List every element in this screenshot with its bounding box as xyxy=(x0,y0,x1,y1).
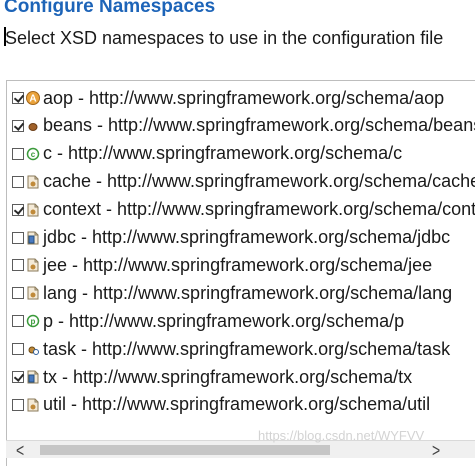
namespace-row[interactable]: Aaop - http://www.springframework.org/sc… xyxy=(7,84,475,112)
namespace-row[interactable]: tx - http://www.springframework.org/sche… xyxy=(7,363,475,391)
namespace-label: jee - http://www.springframework.org/sch… xyxy=(43,254,433,275)
namespace-checkbox[interactable] xyxy=(12,119,24,132)
namespace-row[interactable]: p p - http://www.springframework.org/sche… xyxy=(7,307,475,335)
namespace-label: cache - http://www.springframework.org/s… xyxy=(43,171,475,192)
namespace-checkbox[interactable] xyxy=(12,147,24,160)
namespace-label: context - http://www.springframework.org… xyxy=(43,199,475,220)
scroll-right-button[interactable]: > xyxy=(432,440,440,461)
watermark: https://blog.csdn.net/WYFVV xyxy=(258,428,425,443)
namespace-row[interactable]: context - http://www.springframework.org… xyxy=(7,196,475,224)
tx-icon xyxy=(25,369,41,385)
namespace-list[interactable]: Aaop - http://www.springframework.org/sc… xyxy=(6,80,475,466)
namespace-label: c - http://www.springframework.org/schem… xyxy=(43,143,403,164)
cache-icon xyxy=(25,174,41,190)
namespace-label: aop - http://www.springframework.org/sch… xyxy=(43,87,445,108)
svg-text:c: c xyxy=(31,150,36,159)
namespace-checkbox[interactable] xyxy=(12,343,24,356)
namespace-label: p - http://www.springframework.org/schem… xyxy=(43,310,405,331)
aop-icon: A xyxy=(25,90,41,106)
c-namespace-icon: c xyxy=(25,146,41,162)
namespace-label: tx - http://www.springframework.org/sche… xyxy=(43,366,413,387)
svg-text:p: p xyxy=(31,317,36,326)
lang-icon xyxy=(25,285,41,301)
namespace-checkbox[interactable] xyxy=(12,398,24,411)
context-icon xyxy=(25,202,41,218)
namespace-checkbox[interactable] xyxy=(12,371,24,383)
description-text: Select XSD namespaces to use in the conf… xyxy=(5,28,444,48)
namespace-row[interactable]: beans - http://www.springframework.org/s… xyxy=(7,112,475,140)
namespace-checkbox[interactable] xyxy=(12,259,24,272)
namespace-checkbox[interactable] xyxy=(12,175,24,188)
jee-icon xyxy=(25,257,41,273)
namespace-row[interactable]: task - http://www.springframework.org/sc… xyxy=(7,335,475,363)
task-icon xyxy=(25,341,41,357)
svg-text:A: A xyxy=(29,94,36,105)
namespace-label: util - http://www.springframework.org/sc… xyxy=(43,394,431,415)
namespace-checkbox[interactable] xyxy=(12,203,24,216)
p-namespace-icon: p xyxy=(25,313,41,329)
scroll-left-button[interactable]: < xyxy=(16,440,24,461)
namespace-checkbox[interactable] xyxy=(12,287,24,300)
namespace-checkbox[interactable] xyxy=(12,315,24,328)
util-icon xyxy=(25,397,41,413)
namespace-row[interactable]: jee - http://www.springframework.org/sch… xyxy=(7,251,475,279)
namespace-label: task - http://www.springframework.org/sc… xyxy=(43,338,451,359)
namespace-row[interactable]: cache - http://www.springframework.org/s… xyxy=(7,168,475,196)
jdbc-icon xyxy=(25,230,41,246)
namespace-row[interactable]: util - http://www.springframework.org/sc… xyxy=(7,391,475,419)
namespace-checkbox[interactable] xyxy=(12,231,24,244)
scrollbar-thumb[interactable] xyxy=(40,445,330,455)
bean-icon xyxy=(25,118,41,134)
page-title: Configure Namespaces xyxy=(4,0,216,17)
namespace-label: lang - http://www.springframework.org/sc… xyxy=(43,282,453,303)
namespace-row[interactable]: c c - http://www.springframework.org/sche… xyxy=(7,140,475,168)
namespace-label: jdbc - http://www.springframework.org/sc… xyxy=(43,227,451,247)
namespace-checkbox[interactable] xyxy=(12,92,24,104)
namespace-label: beans - http://www.springframework.org/s… xyxy=(43,115,475,136)
namespace-row[interactable]: jdbc - http://www.springframework.org/sc… xyxy=(7,224,475,252)
namespace-row[interactable]: lang - http://www.springframework.org/sc… xyxy=(7,279,475,307)
